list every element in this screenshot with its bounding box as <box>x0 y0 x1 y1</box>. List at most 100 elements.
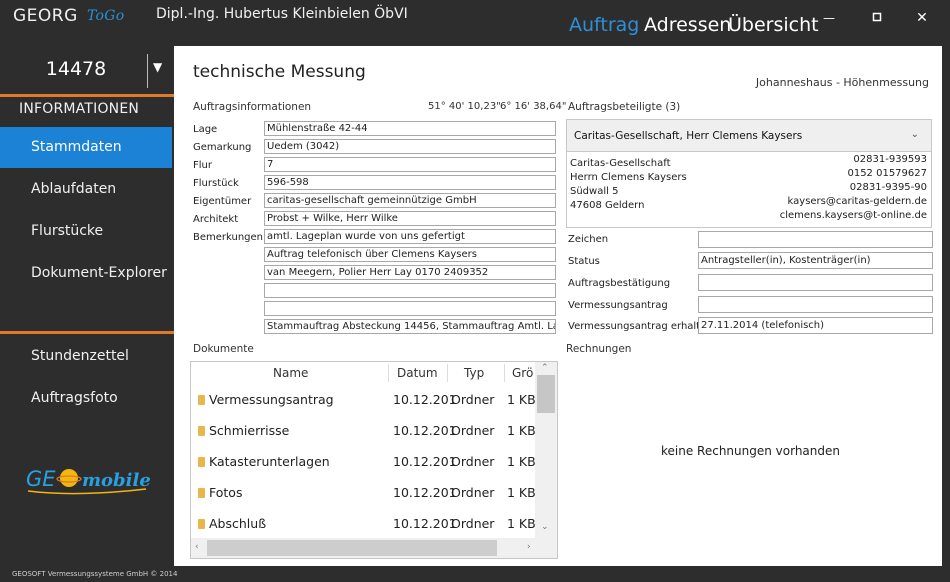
section-divider <box>0 94 174 97</box>
section-dokumente: Dokumente <box>193 343 254 355</box>
geomobile-logo: GE mobile <box>26 464 151 496</box>
bemerkungen-line-5[interactable] <box>264 301 556 316</box>
document-typ: Ordner <box>451 485 495 500</box>
label-architekt: Architekt <box>193 214 239 225</box>
document-datum: 10.12.201 <box>393 516 457 531</box>
document-typ: Ordner <box>451 516 495 531</box>
bemerkungen-line-3[interactable]: van Meegern, Polier Herr Lay 0170 240935… <box>264 265 556 280</box>
title-bar: GEORG ToGo Dipl.-Ing. Hubertus Kleinbiel… <box>0 0 950 46</box>
column-divider <box>447 364 448 382</box>
beteiligte-selected: Caritas-Gesellschaft, Herr Clemens Kayse… <box>574 130 803 142</box>
column-datum[interactable]: Datum <box>397 364 438 382</box>
scroll-down-icon[interactable]: ⌄ <box>541 522 549 532</box>
caret-down-icon[interactable]: ▼ <box>153 60 162 74</box>
document-typ: Ordner <box>451 392 495 407</box>
document-name: Vermessungsantrag <box>209 392 334 407</box>
sidebar-item-ablaufdaten[interactable]: Ablaufdaten <box>0 169 172 210</box>
svg-text:mobile: mobile <box>82 470 150 491</box>
document-row[interactable]: Schmierrisse 10.12.201 Ordner 1 KB <box>191 415 536 446</box>
vertical-scroll-thumb[interactable] <box>537 375 555 413</box>
scroll-up-icon[interactable]: ⌃ <box>541 363 549 373</box>
scroll-left-icon[interactable]: ‹ <box>195 542 199 552</box>
bemerkungen-line-6[interactable]: Stammauftrag Absteckung 14456, Stammauft… <box>264 319 556 334</box>
brand-logo: GEORG <box>13 6 78 26</box>
horizontal-scrollbar[interactable]: ‹ › <box>191 538 557 558</box>
contact-fax: 02831-9395-90 <box>849 182 927 193</box>
lage-field[interactable]: Mühlenstraße 42-44 <box>264 121 556 136</box>
page-title: technische Messung <box>193 62 366 82</box>
label-status: Status <box>568 256 600 267</box>
contact-street: Südwall 5 <box>570 186 619 197</box>
brand-logo-sub: ToGo <box>87 8 125 24</box>
vermessungsantrag-field[interactable] <box>698 296 933 313</box>
job-number: 14478 <box>45 58 107 80</box>
document-datum: 10.12.201 <box>393 485 457 500</box>
bemerkungen-line-4[interactable] <box>264 283 556 298</box>
main-panel: technische Messung Johanneshaus - Höhenm… <box>174 46 942 566</box>
column-typ[interactable]: Typ <box>464 364 484 382</box>
document-row[interactable]: Vermessungsantrag 10.12.201 Ordner 1 KB <box>191 384 536 415</box>
minimize-icon[interactable]: — <box>819 9 839 27</box>
status-field[interactable]: Antragsteller(in), Kostenträger(in) <box>698 252 933 269</box>
document-row[interactable]: Katasterunterlagen 10.12.201 Ordner 1 KB <box>191 446 536 477</box>
contact-name: Herrn Clemens Kaysers <box>570 172 687 183</box>
flurstueck-field[interactable]: 596-598 <box>264 175 556 190</box>
label-vermessungsantrag: Vermessungsantrag <box>568 300 668 311</box>
sidebar-item-stammdaten[interactable]: Stammdaten <box>0 127 172 168</box>
document-name: Fotos <box>209 485 243 500</box>
column-name[interactable]: Name <box>273 364 308 382</box>
section-divider <box>0 331 174 334</box>
close-icon[interactable]: ✕ <box>912 9 932 27</box>
sidebar-item-dokument-explorer[interactable]: Dokument-Explorer <box>0 253 172 294</box>
contact-email-2[interactable]: clemens.kaysers@t-online.de <box>780 210 927 221</box>
horizontal-scroll-thumb[interactable] <box>207 540 497 556</box>
nav-adressen[interactable]: Adressen <box>644 14 731 36</box>
app-title: Dipl.-Ing. Hubertus Kleinbielen ÖbVI <box>156 6 408 22</box>
document-list[interactable]: Name Datum Typ Grö Vermessungsantrag 10.… <box>190 361 558 559</box>
architekt-field[interactable]: Probst + Wilke, Herr Wilke <box>264 211 556 226</box>
vertical-scrollbar[interactable]: ⌃ ⌄ <box>535 362 557 538</box>
document-datum: 10.12.201 <box>393 454 457 469</box>
contact-card: Caritas-Gesellschaft Herrn Clemens Kayse… <box>566 152 932 228</box>
beteiligte-dropdown[interactable]: Caritas-Gesellschaft, Herr Clemens Kayse… <box>566 119 932 152</box>
bemerkungen-line-1[interactable]: amtl. Lageplan wurde von uns gefertigt <box>264 229 556 244</box>
sidebar-item-stundenzettel[interactable]: Stundenzettel <box>0 336 172 377</box>
column-groesse[interactable]: Grö <box>512 364 533 382</box>
label-bemerkungen: Bemerkungen <box>193 232 264 243</box>
label-gemarkung: Gemarkung <box>193 142 252 153</box>
nav-auftrag[interactable]: Auftrag <box>569 14 639 36</box>
svg-text:GE: GE <box>26 467 56 491</box>
flur-field[interactable]: 7 <box>264 157 556 172</box>
folder-icon <box>198 426 205 436</box>
maximize-icon[interactable] <box>867 9 887 27</box>
sidebar-item-flurstuecke[interactable]: Flurstücke <box>0 211 172 252</box>
breadcrumb: Johanneshaus - Höhenmessung <box>755 76 929 89</box>
label-zeichen: Zeichen <box>568 234 609 245</box>
document-groesse: 1 KB <box>507 516 536 531</box>
vermessungsantrag-erhalten-field[interactable]: 27.11.2014 (telefonisch) <box>698 317 933 334</box>
auftragsbestaetigung-field[interactable] <box>698 274 933 291</box>
zeichen-field[interactable] <box>698 231 933 248</box>
folder-icon <box>198 519 205 529</box>
document-typ: Ordner <box>451 454 495 469</box>
scroll-right-icon[interactable]: › <box>527 542 531 552</box>
contact-email-1[interactable]: kaysers@caritas-geldern.de <box>788 196 927 207</box>
contact-org: Caritas-Gesellschaft <box>570 158 671 169</box>
label-eigentuemer: Eigentümer <box>193 196 252 207</box>
column-divider <box>504 364 505 382</box>
document-row[interactable]: Fotos 10.12.201 Ordner 1 KB <box>191 477 536 508</box>
document-datum: 10.12.201 <box>393 423 457 438</box>
document-row[interactable]: Abschluß 10.12.201 Ordner 1 KB <box>191 508 536 539</box>
document-groesse: 1 KB <box>507 423 536 438</box>
sidebar-item-auftragsfoto[interactable]: Auftragsfoto <box>0 378 172 419</box>
bemerkungen-line-2[interactable]: Auftrag telefonisch über Clemens Kaysers <box>264 247 556 262</box>
gemarkung-field[interactable]: Uedem (3042) <box>264 139 556 154</box>
eigentuemer-field[interactable]: caritas-gesellschaft gemeinnützige GmbH <box>264 193 556 208</box>
nav-uebersicht[interactable]: Übersicht <box>728 14 819 36</box>
folder-icon <box>198 457 205 467</box>
document-datum: 10.12.201 <box>393 392 457 407</box>
document-name: Schmierrisse <box>209 423 290 438</box>
footer-copyright: GEOSOFT Vermessungssysteme GmbH © 2014 <box>12 570 178 578</box>
job-selector[interactable]: 14478 ▼ <box>0 48 174 92</box>
label-flur: Flur <box>193 160 212 171</box>
